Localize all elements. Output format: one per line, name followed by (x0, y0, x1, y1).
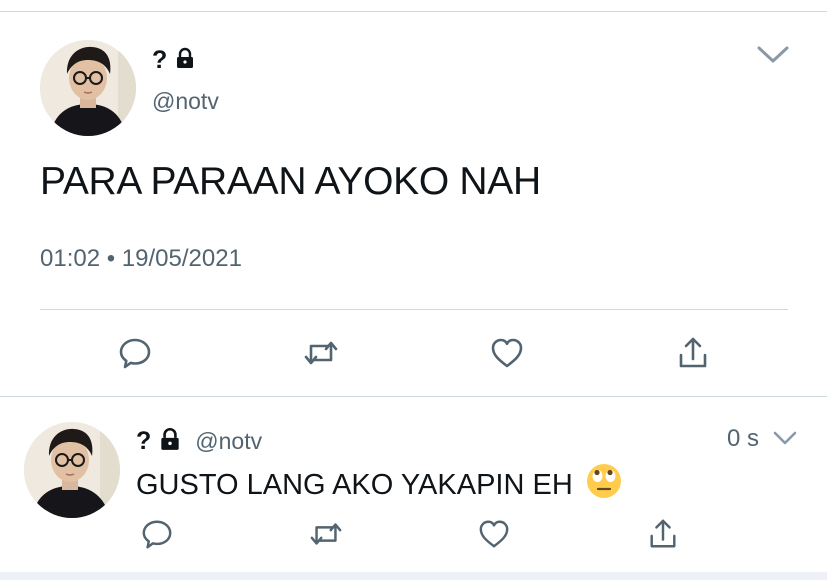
tweet-inner-divider (40, 309, 788, 310)
reply-like-button[interactable] (474, 514, 514, 554)
more-options-button[interactable] (756, 42, 790, 73)
reply-text: GUSTO LANG AKO YAKAPIN EH (136, 468, 573, 501)
avatar[interactable] (40, 40, 136, 136)
top-divider (0, 11, 827, 12)
tweet-timestamp[interactable]: 01:02 • 19/05/2021 (40, 245, 242, 273)
tweet-actions (115, 333, 713, 373)
like-button[interactable] (487, 333, 527, 373)
reply-reply-button[interactable] (137, 514, 177, 554)
reply-author-handle[interactable]: @notv (195, 428, 262, 455)
retweet-button[interactable] (301, 333, 341, 373)
retweet-icon (304, 341, 338, 365)
speech-bubble-icon (142, 520, 172, 549)
lock-icon (157, 426, 183, 457)
chevron-down-icon (757, 46, 789, 63)
share-icon (679, 337, 707, 368)
retweet-icon (310, 523, 342, 545)
author-name-row: ? (152, 46, 197, 75)
chevron-down-icon (773, 431, 797, 445)
heart-icon (479, 520, 509, 548)
reply-text-row: GUSTO LANG AKO YAKAPIN EH (136, 462, 623, 508)
face-with-rolling-eyes-icon (585, 462, 623, 508)
reply-retweet-button[interactable] (306, 514, 346, 554)
share-icon (650, 519, 676, 548)
reply-more-options-button[interactable] (772, 428, 798, 455)
reply-actions (137, 514, 683, 554)
speech-bubble-icon (119, 338, 151, 369)
heart-icon (491, 338, 523, 368)
bottom-strip (0, 572, 827, 580)
reply-author-row: ? @notv (136, 426, 262, 457)
author-handle[interactable]: @notv (152, 88, 219, 115)
reply-avatar[interactable] (24, 422, 120, 518)
reply-button[interactable] (115, 333, 155, 373)
reply-share-button[interactable] (643, 514, 683, 554)
tweet-text: PARA PARAAN AYOKO NAH (40, 160, 541, 203)
reply-time-ago[interactable]: 0 s (727, 425, 759, 453)
share-button[interactable] (673, 333, 713, 373)
display-name[interactable]: ? (152, 46, 167, 75)
reply-display-name[interactable]: ? (136, 427, 151, 456)
section-divider (0, 396, 827, 397)
lock-icon (173, 46, 197, 75)
